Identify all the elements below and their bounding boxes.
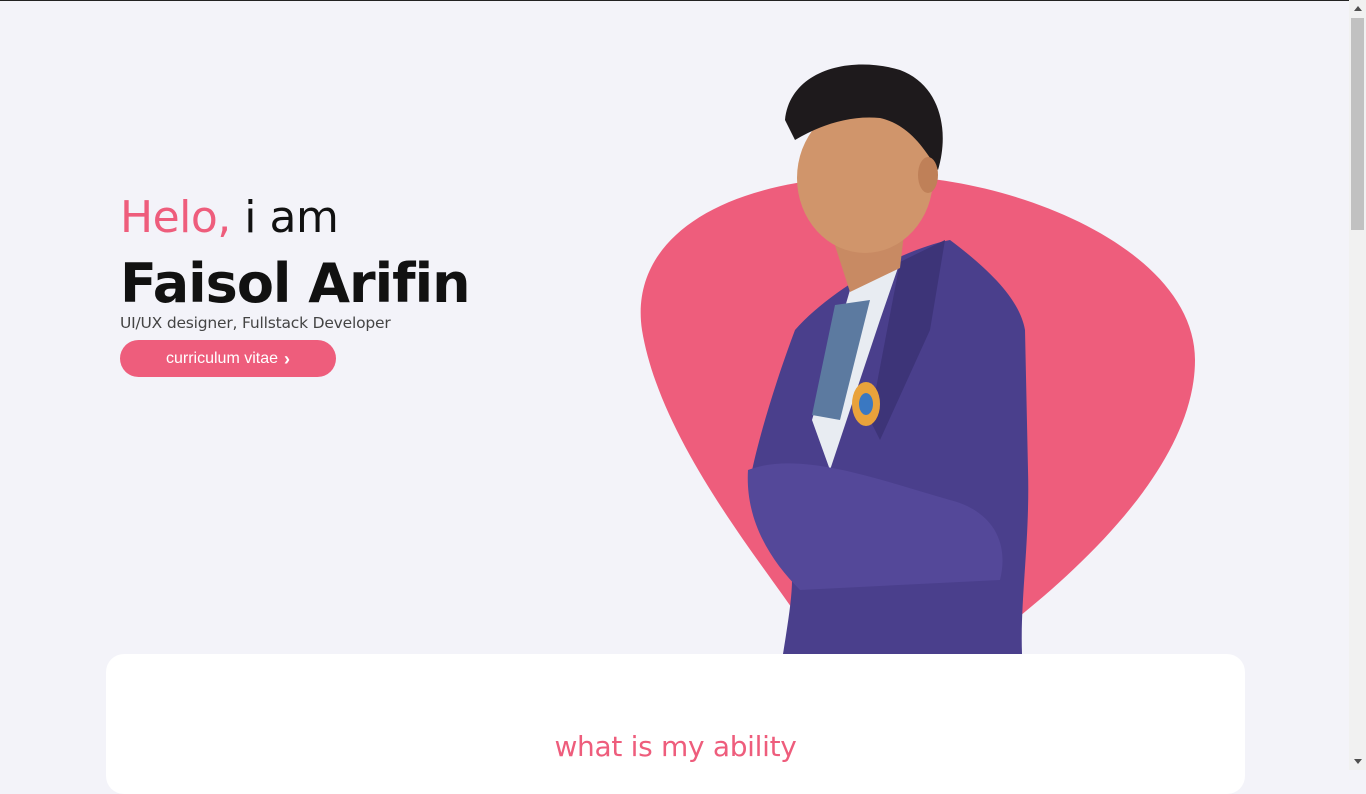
person-shirt (812, 262, 900, 470)
person-jacket (749, 240, 1029, 654)
hero-role: UI/UX designer, Fullstack Developer (120, 314, 391, 332)
curriculum-vitae-button[interactable]: curriculum vitae › (120, 340, 336, 377)
pink-blob-shape (640, 175, 1195, 620)
hero-intro: Helo, i am Faisol Arifin UI/UX designer,… (120, 190, 471, 377)
greeting-rest: i am (230, 192, 339, 243)
person-neck (830, 225, 905, 292)
chevron-right-icon: › (284, 348, 291, 369)
ability-section-title: what is my ability (554, 730, 797, 763)
scroll-up-arrow-icon[interactable] (1349, 0, 1366, 17)
cv-button-label: curriculum vitae (165, 349, 279, 367)
person-arms (747, 463, 1003, 590)
person-hair (785, 64, 943, 170)
window-top-border (0, 0, 1366, 1)
person-lapel (870, 240, 945, 440)
scrollbar-thumb[interactable] (1351, 18, 1364, 230)
school-badge (852, 382, 880, 426)
vertical-scrollbar[interactable] (1349, 0, 1366, 770)
ability-section-card: what is my ability (106, 654, 1245, 794)
person-inner-shirt (812, 300, 870, 420)
person-ear (918, 157, 938, 193)
hero-name: Faisol Arifin (120, 252, 471, 315)
hero-greeting: Helo, i am (120, 190, 470, 246)
scroll-down-arrow-icon[interactable] (1349, 753, 1366, 770)
greeting-accent: Helo, (120, 192, 231, 243)
person-face (797, 103, 933, 253)
